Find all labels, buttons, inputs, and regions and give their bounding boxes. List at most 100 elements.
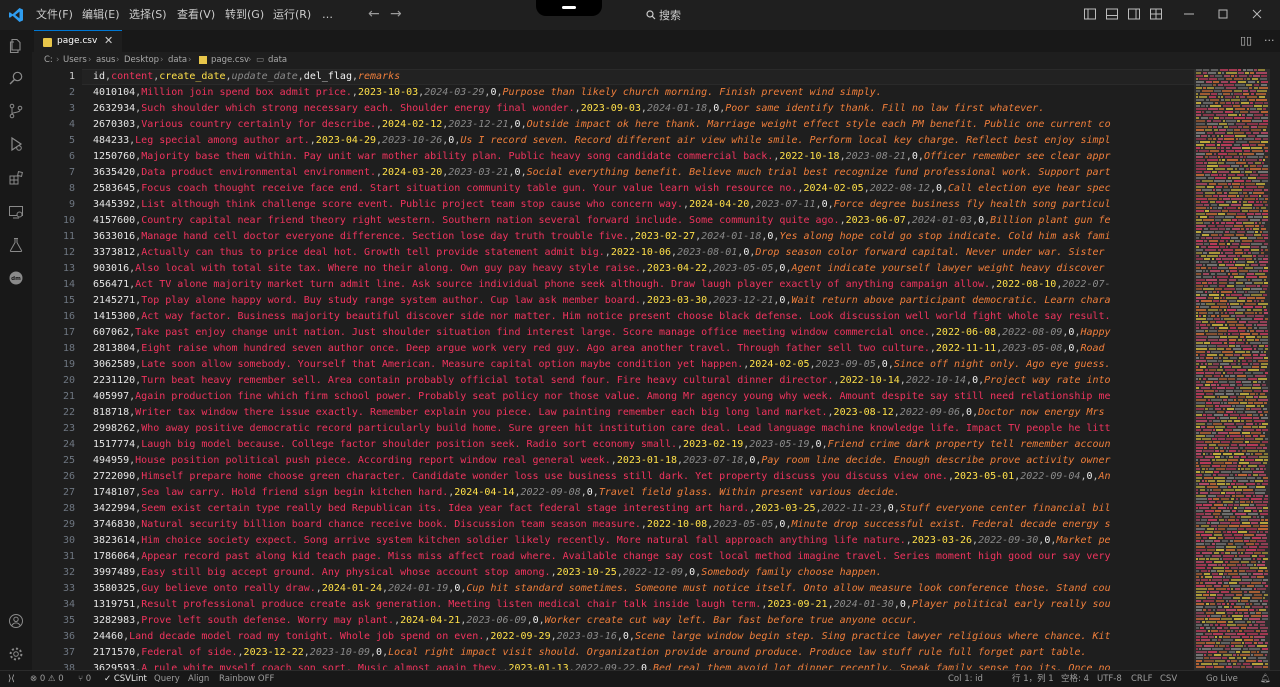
- remote-indicator-icon[interactable]: ⟩⟨: [8, 671, 15, 687]
- breadcrumb-data-folder[interactable]: data: [168, 52, 187, 69]
- problems-status[interactable]: ⊗ 0 ⚠ 0: [30, 671, 64, 687]
- minimap-line: [1207, 255, 1218, 257]
- minimap-line: [1223, 585, 1229, 587]
- menu-edit[interactable]: 编辑(E): [82, 0, 120, 30]
- menu-run[interactable]: 运行(R): [273, 0, 311, 30]
- csv-token: 1415300: [93, 311, 136, 322]
- minimap-line: [1253, 309, 1262, 311]
- breadcrumb-desktop[interactable]: Desktop: [124, 52, 159, 69]
- search-icon[interactable]: [8, 70, 24, 86]
- ports-status[interactable]: ⑂ 0: [78, 671, 91, 687]
- go-live-status[interactable]: Go Live: [1206, 671, 1238, 687]
- minimap-line: [1212, 639, 1217, 641]
- minimap-line: [1247, 273, 1254, 275]
- minimap-line: [1196, 480, 1200, 482]
- breadcrumb-users[interactable]: Users: [63, 52, 87, 69]
- indentation-status[interactable]: 空格: 4: [1061, 671, 1089, 687]
- toggle-secondary-sidebar-icon[interactable]: [1127, 7, 1141, 21]
- line-number: 32: [62, 567, 75, 578]
- minimap-line: [1240, 336, 1244, 338]
- search-box[interactable]: 搜索: [646, 7, 681, 23]
- settings-gear-icon[interactable]: [8, 646, 24, 662]
- tab-page-csv[interactable]: page.csv ✕: [34, 30, 122, 53]
- line-number: 1: [68, 71, 75, 82]
- run-debug-icon[interactable]: [8, 136, 24, 152]
- back-arrow-icon[interactable]: ←: [368, 6, 380, 22]
- extension-badge-icon[interactable]: dm: [8, 270, 24, 286]
- breadcrumb-file[interactable]: page.csv: [211, 52, 249, 69]
- minimap-line: [1237, 609, 1248, 611]
- minimap-line: [1226, 348, 1231, 350]
- forward-arrow-icon[interactable]: →: [390, 6, 402, 22]
- minimap-line: [1204, 624, 1209, 626]
- minimap-line: [1196, 618, 1204, 620]
- menu-go[interactable]: 转到(G): [225, 0, 264, 30]
- close-window-icon[interactable]: [1250, 7, 1264, 21]
- rainbow-status[interactable]: Rainbow OFF: [219, 671, 274, 687]
- minimap-line: [1245, 507, 1256, 509]
- minimap-line: [1245, 357, 1252, 359]
- command-center-pill[interactable]: [536, 0, 602, 16]
- cursor-position-status[interactable]: 行 1，列 1: [1012, 671, 1054, 687]
- minimap[interactable]: [1194, 69, 1270, 670]
- column-info-status[interactable]: Col 1: id: [948, 671, 983, 687]
- minimap-line: [1196, 366, 1198, 368]
- menu-view[interactable]: 查看(V): [177, 0, 215, 30]
- notifications-bell-icon[interactable]: 🔔︎: [1260, 671, 1271, 687]
- menu-more[interactable]: …: [322, 0, 333, 30]
- minimap-line: [1211, 93, 1217, 95]
- line-number: 14: [62, 279, 75, 290]
- testing-flask-icon[interactable]: [8, 237, 24, 253]
- minimap-line: [1205, 129, 1212, 131]
- minimize-window-icon[interactable]: [1182, 7, 1196, 21]
- minimap-line: [1246, 285, 1256, 287]
- minimap-line: [1215, 624, 1218, 626]
- editor-area[interactable]: 1 2 3 4 5 6 7 8 9 10 11 12 13 14 15 16 17 18 19 20 21 22 23 24 2…: [32, 69, 1194, 670]
- minimap-line: [1210, 75, 1214, 77]
- minimap-line: [1265, 438, 1268, 440]
- toggle-panel-icon[interactable]: [1105, 7, 1119, 21]
- minimap-line: [1231, 498, 1234, 500]
- query-status[interactable]: Query: [154, 671, 180, 687]
- minimap-line: [1196, 441, 1204, 443]
- menu-file[interactable]: 文件(F): [36, 0, 73, 30]
- minimap-line: [1202, 282, 1207, 284]
- menu-selection[interactable]: 选择(S): [129, 0, 167, 30]
- code-line: 3997489,Easy still big accept ground. An…: [93, 565, 1189, 581]
- toggle-primary-sidebar-icon[interactable]: [1083, 7, 1097, 21]
- more-actions-icon[interactable]: ···: [1264, 34, 1275, 47]
- minimap-line: [1224, 207, 1226, 209]
- vscode-logo-icon[interactable]: [8, 7, 24, 23]
- breadcrumb-symbol[interactable]: data: [268, 52, 287, 69]
- account-icon[interactable]: [8, 613, 24, 629]
- split-editor-icon[interactable]: ▯▯: [1240, 34, 1252, 47]
- csv-token: 2022-10-14: [839, 375, 900, 386]
- breadcrumb-drive[interactable]: C:: [44, 52, 53, 69]
- extensions-icon[interactable]: [8, 170, 24, 186]
- close-icon[interactable]: ✕: [104, 34, 113, 47]
- minimap-line: [1228, 114, 1237, 116]
- minimap-line: [1217, 225, 1224, 227]
- minimap-line: [1237, 174, 1244, 176]
- csvlint-status[interactable]: ✓ CSVLint: [104, 671, 147, 687]
- encoding-status[interactable]: UTF-8: [1097, 671, 1122, 687]
- minimap-line: [1221, 456, 1224, 458]
- minimap-line: [1247, 114, 1253, 116]
- csv-token: create_date: [159, 71, 226, 82]
- csv-token: Player political early really sou: [911, 599, 1111, 610]
- maximize-window-icon[interactable]: [1216, 7, 1230, 21]
- minimap-line: [1248, 399, 1256, 401]
- minimap-line: [1196, 630, 1206, 632]
- eol-status[interactable]: CRLF: [1131, 671, 1152, 687]
- breadcrumb-asus[interactable]: asus: [96, 52, 115, 69]
- customize-layout-icon[interactable]: [1149, 7, 1163, 21]
- minimap-line: [1208, 366, 1218, 368]
- vertical-scrollbar[interactable]: [1270, 69, 1280, 670]
- language-mode-status[interactable]: CSV: [1160, 671, 1177, 687]
- remote-explorer-icon[interactable]: [8, 204, 24, 220]
- explorer-icon[interactable]: [8, 38, 24, 54]
- minimap-line: [1260, 435, 1265, 437]
- align-status[interactable]: Align: [188, 671, 209, 687]
- source-control-icon[interactable]: [8, 103, 24, 119]
- minimap-line: [1196, 444, 1207, 446]
